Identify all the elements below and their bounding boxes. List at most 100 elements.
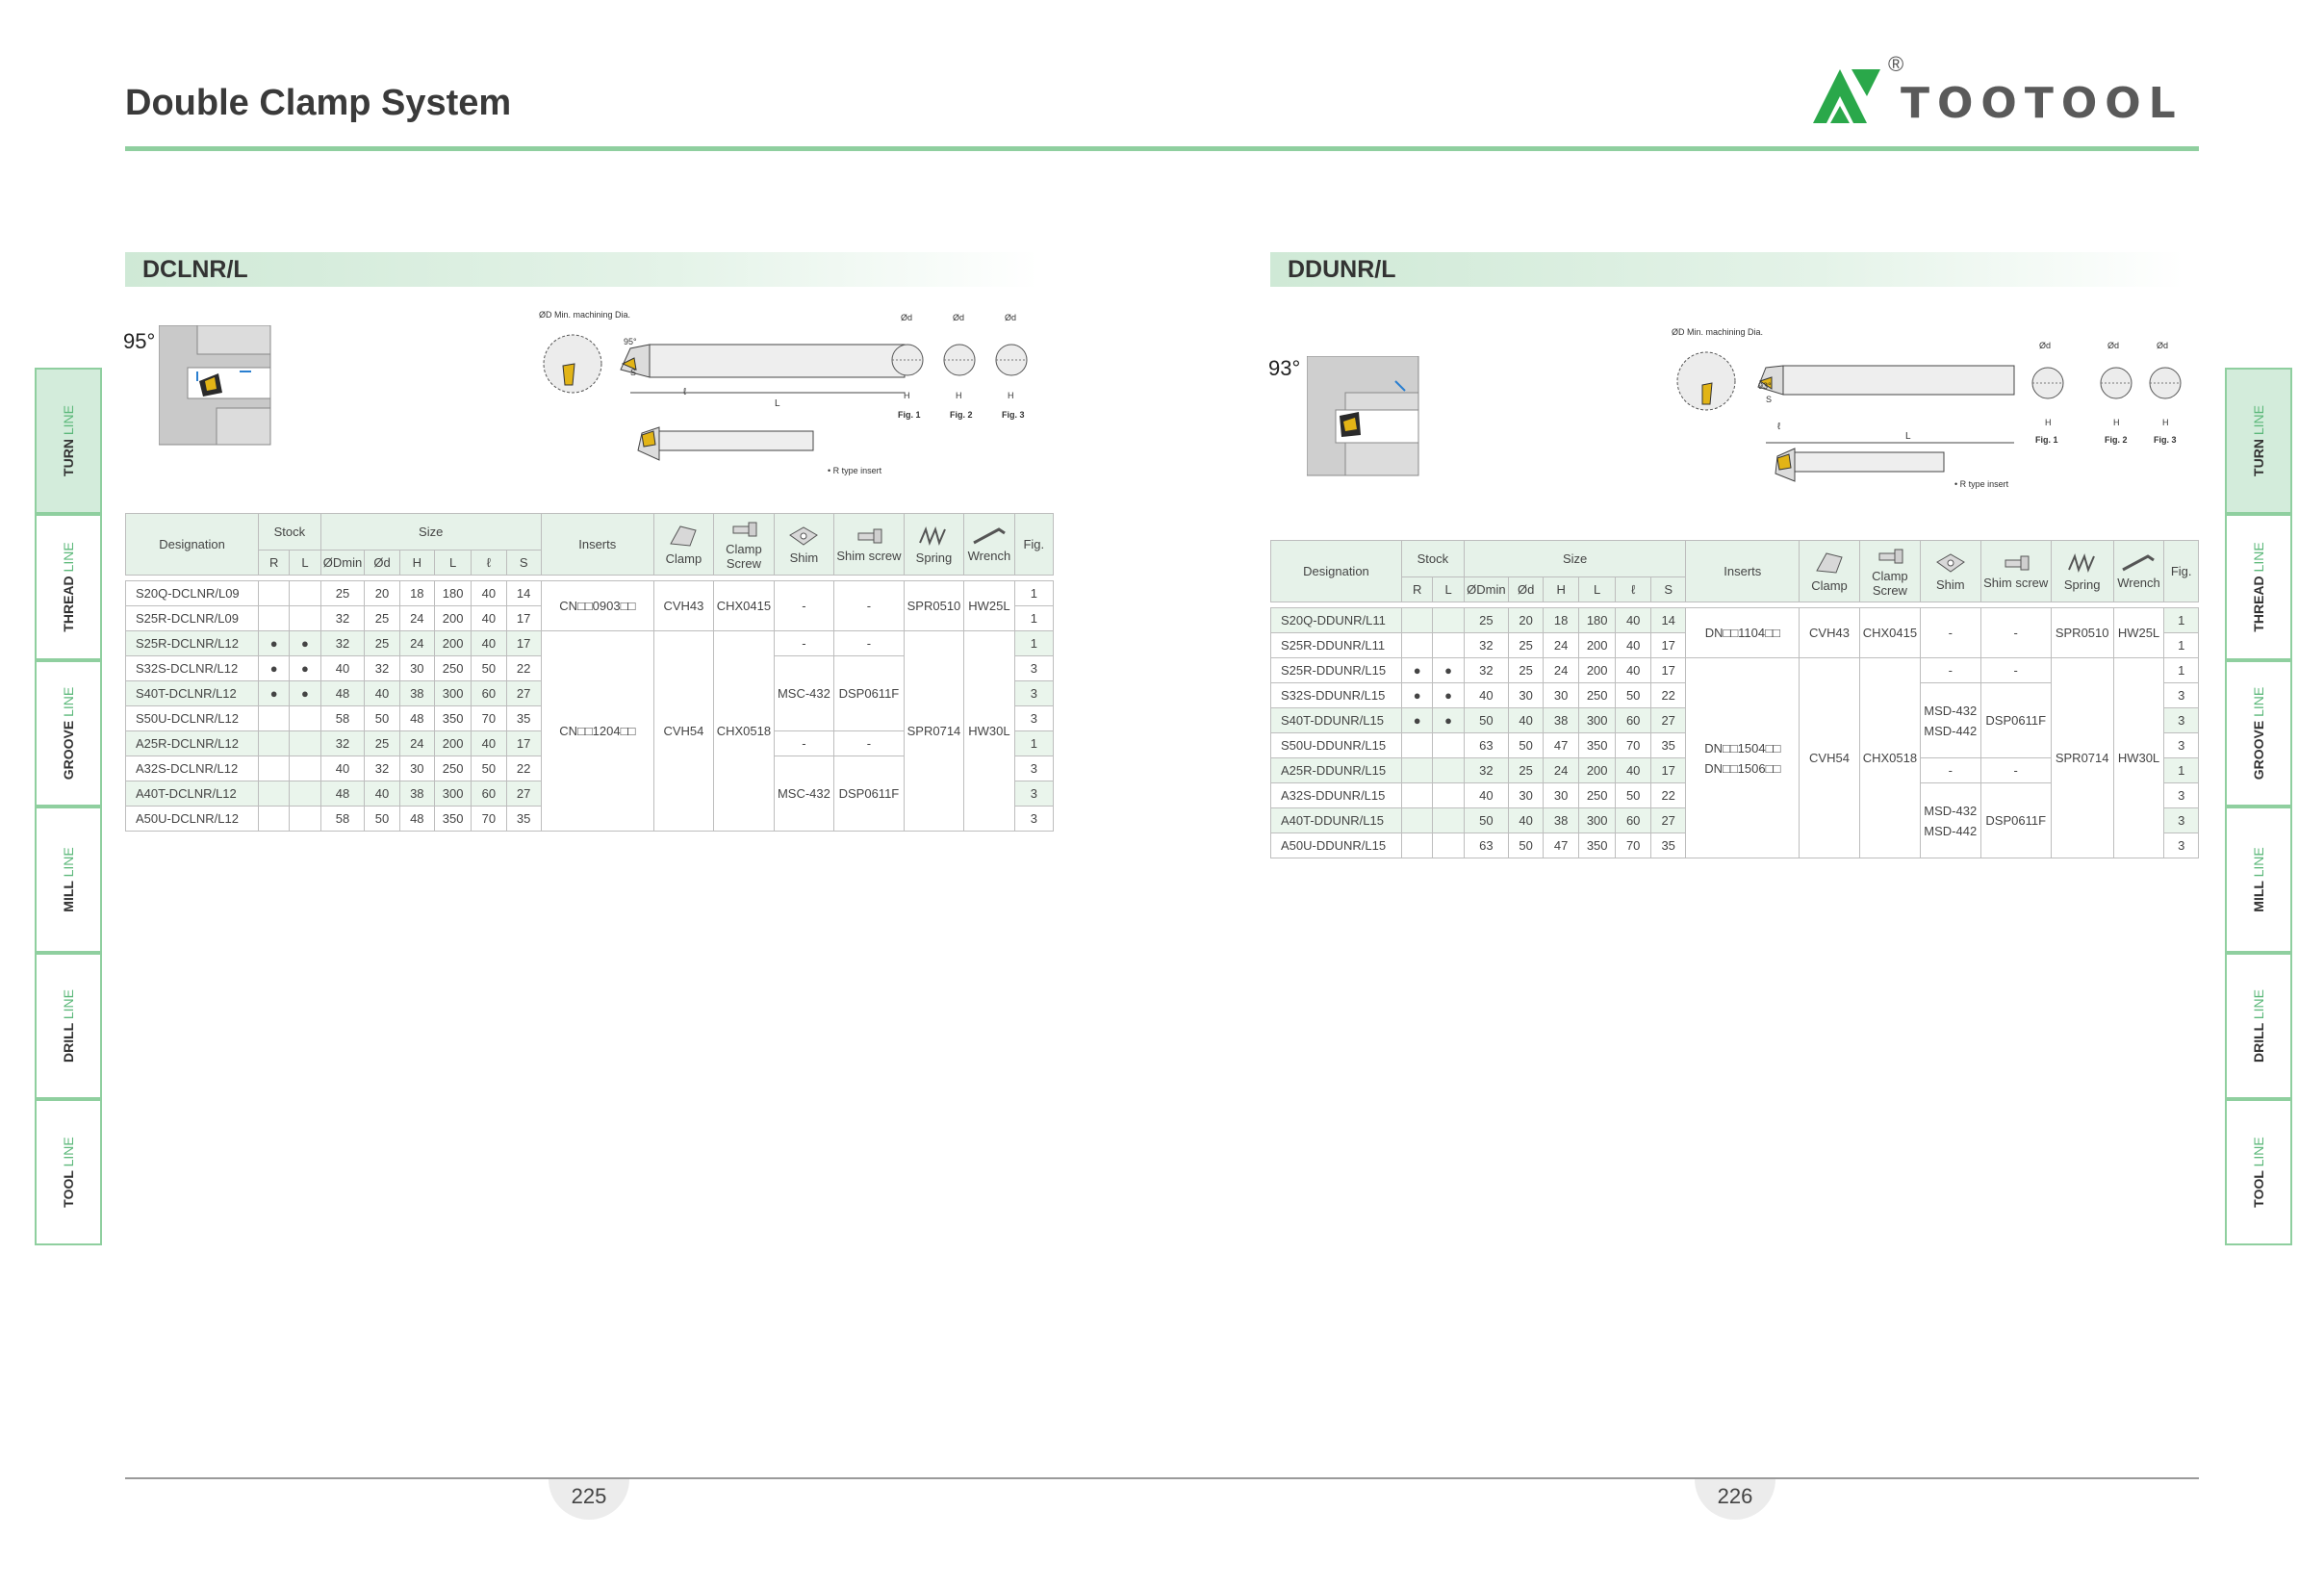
side-tab-mill[interactable]: MILL LINE bbox=[2225, 807, 2292, 953]
footer-rule bbox=[125, 1477, 2199, 1479]
shim-cell-line: MSD-442 bbox=[1924, 823, 1978, 838]
size-dmin-cell: 50 bbox=[1463, 707, 1509, 733]
size-s-cell: 17 bbox=[1649, 657, 1687, 683]
col-shim: Shim bbox=[1919, 540, 1981, 602]
side-tab-thread[interactable]: THREAD LINE bbox=[2225, 514, 2292, 660]
size-h-cell: 24 bbox=[398, 630, 435, 656]
size-ell-cell: 40 bbox=[471, 630, 507, 656]
side-tab-turn[interactable]: TURN LINE bbox=[2225, 368, 2292, 514]
side-tab-label-bold: MILL bbox=[61, 881, 76, 912]
size-ell-cell: 70 bbox=[1615, 732, 1651, 758]
side-tab-label-light: LINE bbox=[61, 542, 76, 573]
col-clamp-screw: Clamp Screw bbox=[713, 513, 775, 576]
size-len-cell: 350 bbox=[1577, 732, 1617, 758]
side-tab-label-light: LINE bbox=[2251, 405, 2266, 436]
shim-cell: MSC-432 bbox=[773, 756, 835, 832]
fig-cell: 3 bbox=[2163, 807, 2199, 833]
size-s-cell: 22 bbox=[1649, 782, 1687, 808]
side-tab-label-light: LINE bbox=[2251, 1137, 2266, 1167]
size-ell-cell: 60 bbox=[471, 680, 507, 706]
col-h: H bbox=[1543, 576, 1579, 602]
stock-l-cell: ● bbox=[289, 655, 321, 681]
size-d-cell: 25 bbox=[364, 630, 400, 656]
size-s-cell: 14 bbox=[505, 580, 542, 606]
size-len-cell: 180 bbox=[1577, 607, 1617, 633]
size-dmin-cell: 40 bbox=[319, 756, 366, 781]
size-len-cell: 200 bbox=[433, 605, 472, 631]
shim-icon bbox=[789, 526, 819, 546]
size-s-cell: 27 bbox=[505, 680, 542, 706]
r-type-note: • R type insert bbox=[1954, 479, 2009, 489]
approach-angle-label: 95° bbox=[123, 329, 156, 353]
stock-r-cell bbox=[258, 781, 291, 807]
stock-r-cell: ● bbox=[258, 655, 291, 681]
size-d-cell: 30 bbox=[1507, 782, 1545, 808]
side-tab-mill[interactable]: MILL LINE bbox=[35, 807, 102, 953]
fig-2-icon bbox=[943, 344, 976, 376]
angle-diagram-icon bbox=[1307, 356, 1419, 476]
size-h-cell: 38 bbox=[1543, 807, 1579, 833]
stock-l-cell: ● bbox=[1432, 707, 1465, 733]
insert-cell: CN□□0903□□ bbox=[540, 580, 654, 631]
size-ell-cell: 60 bbox=[1615, 707, 1651, 733]
fig1-label: Fig. 1 bbox=[2035, 435, 2058, 445]
wrench-cell: HW25L bbox=[963, 580, 1015, 631]
col-wrench: Wrench bbox=[963, 513, 1015, 576]
side-tab-label-bold: TOOL bbox=[2251, 1170, 2266, 1208]
page-title: Double Clamp System bbox=[125, 83, 512, 123]
dclnr-spec-table: Designation Stock Size Inserts Clamp Cla… bbox=[124, 513, 1055, 832]
size-s-cell: 35 bbox=[1649, 732, 1687, 758]
side-tab-drill[interactable]: DRILL LINE bbox=[2225, 953, 2292, 1099]
d-label-1: Ød bbox=[2039, 341, 2051, 350]
fig1-label: Fig. 1 bbox=[898, 410, 921, 420]
size-ell-cell: 70 bbox=[471, 806, 507, 832]
designation-cell: S25R-DDUNR/L15 bbox=[1270, 657, 1402, 683]
stock-l-cell bbox=[289, 580, 321, 606]
shim-cell-line: MSD-432 bbox=[1924, 803, 1978, 818]
wrench-icon bbox=[973, 527, 1006, 545]
side-tab-drill[interactable]: DRILL LINE bbox=[35, 953, 102, 1099]
fig-2-icon bbox=[2100, 367, 2132, 399]
size-dmin-cell: 32 bbox=[1463, 632, 1509, 658]
stock-l-cell: ● bbox=[289, 630, 321, 656]
col-len: L bbox=[433, 550, 472, 576]
ddunr-spec-table: Designation Stock Size Inserts Clamp Cla… bbox=[1270, 540, 2199, 858]
col-shim-screw: Shim screw bbox=[1979, 540, 2052, 602]
shim-screw-cell: - bbox=[1979, 607, 2052, 658]
side-tab-tool[interactable]: TOOL LINE bbox=[35, 1099, 102, 1245]
side-tab-thread[interactable]: THREAD LINE bbox=[35, 514, 102, 660]
shim-cell-line: MSD-432 bbox=[1924, 703, 1978, 718]
size-dmin-cell: 58 bbox=[319, 806, 366, 832]
col-fig: Fig. bbox=[1013, 513, 1055, 576]
side-tab-label-bold: MILL bbox=[2251, 881, 2266, 912]
size-len-cell: 350 bbox=[433, 806, 472, 832]
size-d-cell: 50 bbox=[364, 705, 400, 731]
side-tab-label: TOOL LINE bbox=[2251, 1137, 2266, 1207]
h-label-2: H bbox=[956, 391, 962, 400]
side-tab-label-bold: TOOL bbox=[61, 1170, 76, 1208]
col-inserts: Inserts bbox=[540, 513, 654, 576]
side-tab-groove[interactable]: GROOVE LINE bbox=[35, 660, 102, 807]
h-label-1: H bbox=[904, 391, 910, 400]
d-label-2: Ød bbox=[2107, 341, 2119, 350]
shim-cell: - bbox=[1919, 757, 1981, 783]
fig-cell: 3 bbox=[1013, 680, 1055, 706]
side-tab-tool[interactable]: TOOL LINE bbox=[2225, 1099, 2292, 1245]
size-ell-cell: 50 bbox=[471, 655, 507, 681]
side-tab-groove[interactable]: GROOVE LINE bbox=[2225, 660, 2292, 807]
size-d-cell: 32 bbox=[364, 756, 400, 781]
size-s-cell: 35 bbox=[505, 806, 542, 832]
col-s: S bbox=[505, 550, 542, 576]
screw-icon bbox=[732, 522, 757, 536]
shim-cell: - bbox=[1919, 657, 1981, 683]
col-r: R bbox=[1400, 576, 1434, 602]
designation-cell: A40T-DDUNR/L15 bbox=[1270, 807, 1402, 833]
stock-l-cell bbox=[289, 781, 321, 807]
shim-cell: - bbox=[773, 630, 835, 656]
r-type-note: • R type insert bbox=[828, 466, 882, 475]
size-s-cell: 14 bbox=[1649, 607, 1687, 633]
side-tab-label-light: LINE bbox=[2251, 989, 2266, 1020]
side-tab-turn[interactable]: TURN LINE bbox=[35, 368, 102, 514]
side-tab-label: DRILL LINE bbox=[2251, 989, 2266, 1063]
size-len-cell: 250 bbox=[1577, 782, 1617, 808]
